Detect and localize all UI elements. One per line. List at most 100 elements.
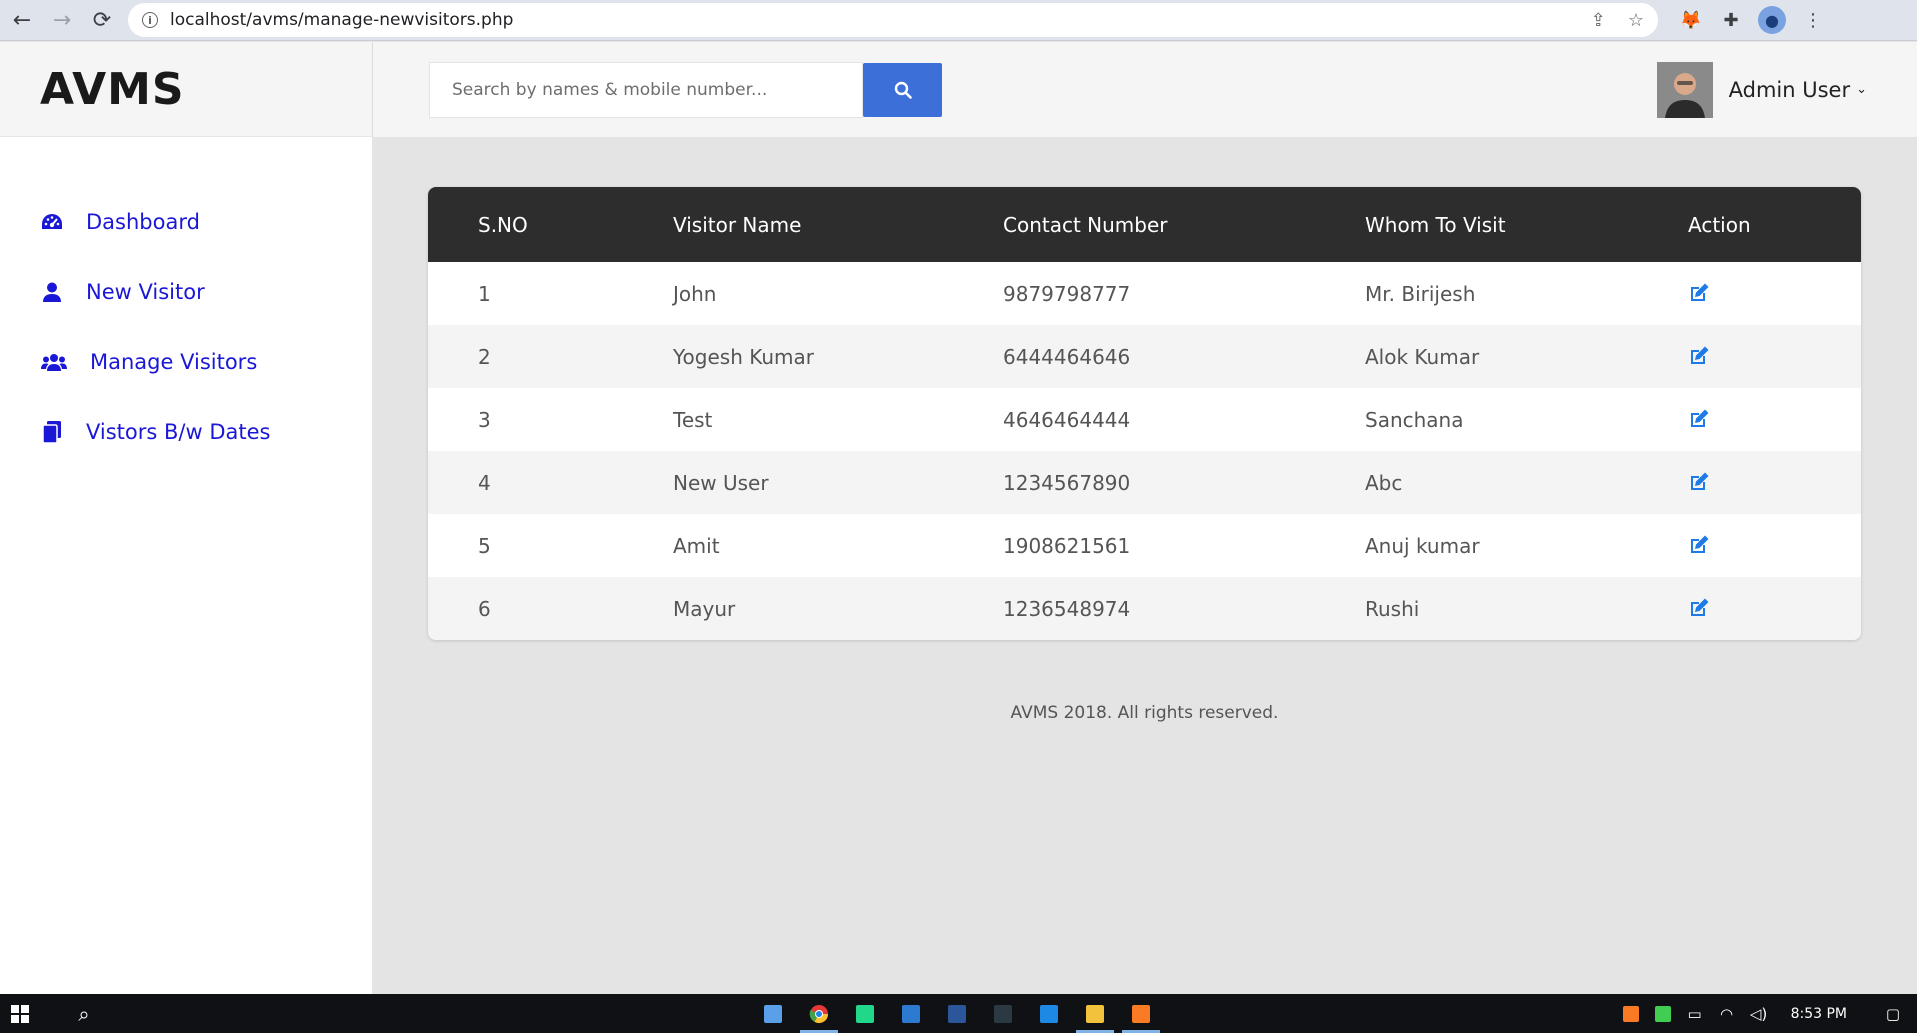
forward-button[interactable]: → [44, 2, 80, 38]
extensions-puzzle-icon[interactable]: ✚ [1718, 7, 1744, 33]
notifications-icon[interactable]: ▢ [1883, 1004, 1903, 1024]
sidebar-item-manage-visitors[interactable]: Manage Visitors [0, 327, 372, 397]
cell-visitor-name: Mayur [673, 596, 736, 621]
sidebar-item-label: New Visitor [86, 280, 205, 304]
taskbar-clock[interactable]: 8:53 PM [1791, 1006, 1847, 1022]
menu-dots-icon[interactable]: ⋮ [1800, 7, 1826, 33]
sidebar-item-label: Manage Visitors [90, 350, 258, 374]
user-menu[interactable]: Admin User ⌄ [1656, 61, 1867, 118]
taskbar-app-icon[interactable] [750, 994, 796, 1033]
column-header-visitor-name: Visitor Name [673, 212, 802, 237]
search-form [429, 61, 942, 118]
cell-sno: 2 [478, 344, 491, 369]
cell-sno: 1 [478, 281, 491, 306]
table-row: 4 New User 1234567890 Abc [428, 451, 1861, 514]
metamask-extension-icon[interactable]: 🦊 [1678, 7, 1704, 33]
table-row: 5 Amit 1908621561 Anuj kumar [428, 514, 1861, 577]
xampp-icon[interactable] [1118, 994, 1164, 1033]
sidebar: AVMS Dashboard New Visitor Manage Visito… [0, 42, 372, 994]
cell-sno: 3 [478, 407, 491, 432]
taskbar-search-icon[interactable]: ⌕ [64, 994, 104, 1033]
sidebar-item-visitors-between-dates[interactable]: Vistors B/w Dates [0, 397, 372, 467]
cell-visitor-name: Test [673, 407, 713, 432]
cell-action [1688, 262, 1861, 325]
cell-visitor-name: Yogesh Kumar [673, 344, 815, 369]
search-input[interactable] [429, 61, 863, 118]
cell-visitor-name: Amit [673, 533, 720, 558]
address-bar[interactable]: i localhost/avms/manage-newvisitors.php … [128, 3, 1658, 37]
reload-button[interactable]: ⟳ [84, 2, 120, 38]
system-tray: ▭ ◠ ◁) 8:53 PM ▢ [1621, 994, 1917, 1033]
user-icon [40, 280, 64, 304]
user-name: Admin User [1728, 77, 1851, 102]
table-row: 1 John 9879798777 Mr. Birijesh [428, 262, 1861, 325]
file-explorer-icon[interactable] [1072, 994, 1118, 1033]
app-logo[interactable]: AVMS [40, 64, 185, 115]
edit-icon[interactable] [1688, 534, 1712, 558]
cell-action [1688, 388, 1861, 451]
edit-icon[interactable] [1688, 597, 1712, 621]
column-header-contact-number: Contact Number [1003, 212, 1168, 237]
cell-contact-number: 1236548974 [1003, 596, 1131, 621]
cell-sno: 6 [478, 596, 491, 621]
pycharm-icon[interactable] [842, 994, 888, 1033]
wifi-icon[interactable]: ◠ [1717, 1004, 1737, 1024]
sidebar-item-label: Dashboard [86, 210, 200, 234]
edit-icon[interactable] [1688, 471, 1712, 495]
share-icon[interactable]: ⇪ [1591, 10, 1606, 31]
main-content: S.NO Visitor Name Contact Number Whom To… [372, 137, 1917, 994]
cell-contact-number: 4646464444 [1003, 407, 1131, 432]
cell-visitor-name: John [673, 281, 717, 306]
volume-icon[interactable]: ◁) [1749, 1004, 1769, 1024]
cell-whom-to-visit: Rushi [1365, 596, 1420, 621]
edit-icon[interactable] [1688, 345, 1712, 369]
top-header: Admin User ⌄ [372, 42, 1917, 137]
browser-toolbar: ← → ⟳ i localhost/avms/manage-newvisitor… [0, 0, 1917, 41]
chrome-icon[interactable] [796, 994, 842, 1033]
terminal-icon[interactable] [980, 994, 1026, 1033]
cell-action [1688, 451, 1861, 514]
search-icon [894, 81, 912, 99]
taskbar-app-icon[interactable] [888, 994, 934, 1033]
word-icon[interactable] [934, 994, 980, 1033]
sidebar-item-dashboard[interactable]: Dashboard [0, 187, 372, 257]
cell-whom-to-visit: Anuj kumar [1365, 533, 1480, 558]
cell-contact-number: 9879798777 [1003, 281, 1131, 306]
cell-whom-to-visit: Alok Kumar [1365, 344, 1480, 369]
windows-start-icon[interactable] [0, 994, 40, 1033]
column-header-whom-to-visit: Whom To Visit [1365, 212, 1506, 237]
cell-contact-number: 6444464646 [1003, 344, 1131, 369]
search-button[interactable] [863, 62, 942, 117]
footer-copyright: AVMS 2018. All rights reserved. [1010, 703, 1279, 723]
cell-whom-to-visit: Mr. Birijesh [1365, 281, 1476, 306]
site-info-icon[interactable]: i [142, 12, 158, 28]
back-button[interactable]: ← [4, 2, 40, 38]
edit-icon[interactable] [1688, 282, 1712, 306]
qt-tray-icon[interactable] [1653, 1004, 1673, 1024]
table-row: 6 Mayur 1236548974 Rushi [428, 577, 1861, 640]
sidebar-item-label: Vistors B/w Dates [86, 420, 271, 444]
cell-action [1688, 325, 1861, 388]
cell-visitor-name: New User [673, 470, 769, 495]
chevron-down-icon: ⌄ [1856, 82, 1867, 97]
column-header-action: Action [1688, 212, 1751, 237]
table-row: 3 Test 4646464444 Sanchana [428, 388, 1861, 451]
cell-whom-to-visit: Abc [1365, 470, 1403, 495]
battery-icon[interactable]: ▭ [1685, 1004, 1705, 1024]
cell-action [1688, 577, 1861, 640]
profile-icon[interactable]: ● [1758, 6, 1786, 34]
vscode-icon[interactable] [1026, 994, 1072, 1033]
url-text: localhost/avms/manage-newvisitors.php [170, 10, 514, 30]
cell-contact-number: 1234567890 [1003, 470, 1131, 495]
bookmark-star-icon[interactable]: ☆ [1628, 10, 1644, 31]
edit-icon[interactable] [1688, 408, 1712, 432]
table-row: 2 Yogesh Kumar 6444464646 Alok Kumar [428, 325, 1861, 388]
avatar[interactable] [1656, 61, 1713, 118]
brand-bar: AVMS [0, 42, 372, 137]
visitors-table-card: S.NO Visitor Name Contact Number Whom To… [428, 187, 1861, 640]
visitors-table: S.NO Visitor Name Contact Number Whom To… [428, 187, 1861, 640]
sidebar-item-new-visitor[interactable]: New Visitor [0, 257, 372, 327]
xampp-tray-icon[interactable] [1621, 1004, 1641, 1024]
dashboard-icon [40, 210, 64, 234]
cell-whom-to-visit: Sanchana [1365, 407, 1464, 432]
